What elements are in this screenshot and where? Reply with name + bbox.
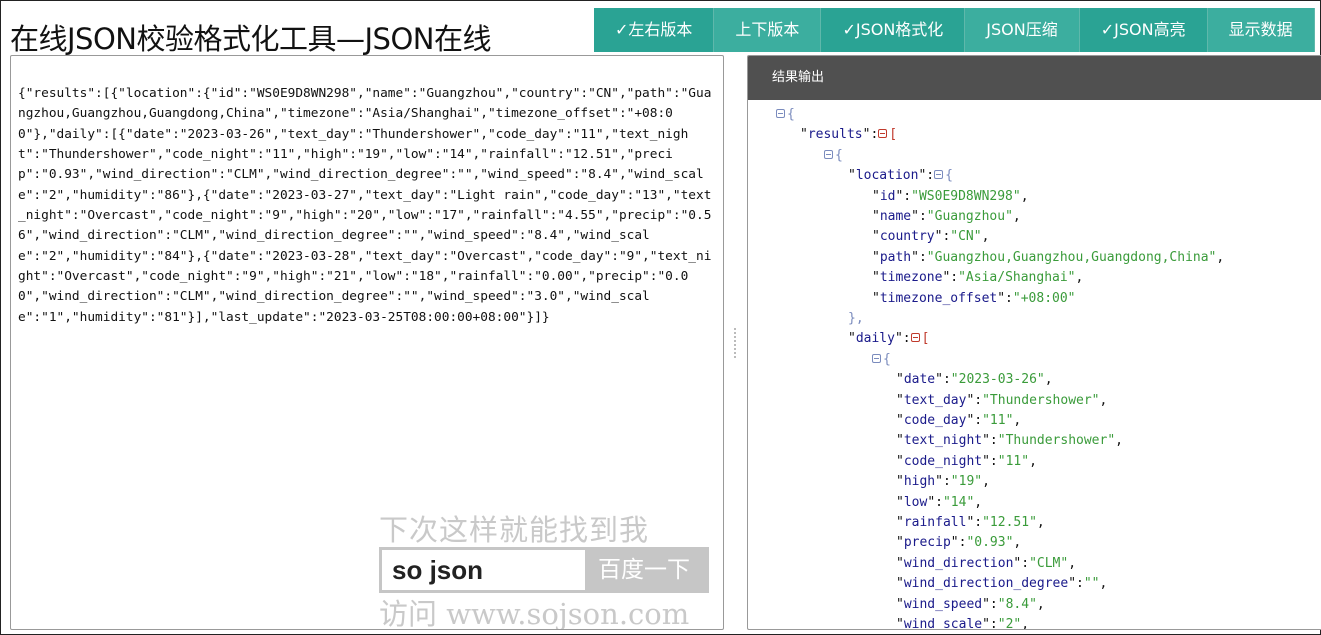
open-bracket: {	[787, 107, 795, 122]
json-key: rainfall	[903, 515, 967, 530]
json-value: "Thundershower"	[982, 392, 1100, 408]
toolbar-button-3[interactable]: JSON压缩	[965, 8, 1080, 52]
json-value: "8.4"	[997, 596, 1037, 612]
json-value: "12.51"	[982, 515, 1037, 530]
json-key: timezone	[879, 270, 943, 286]
json-key: wind_direction_degree	[903, 576, 1069, 592]
json-tree-line: "code_day":"11",	[896, 413, 1022, 428]
json-key: code_night	[903, 453, 983, 469]
json-value: "CN"	[950, 229, 982, 245]
json-value: "WS0E9D8WN298"	[911, 188, 1021, 204]
json-value: "CLM"	[1029, 555, 1069, 571]
watermark-url: 访问 www.sojson.com	[379, 597, 690, 630]
json-tree-line: "timezone_offset":"+08:00"	[872, 290, 1076, 306]
json-tree-line: "low":"14",	[896, 494, 983, 510]
open-bracket: [	[889, 127, 898, 143]
json-key: wind_speed	[903, 596, 983, 612]
json-value: "11"	[997, 453, 1030, 469]
json-key: date	[903, 372, 936, 388]
json-key: results	[807, 127, 863, 143]
json-value: "14"	[942, 494, 975, 510]
json-tree-line: "country":"CN",	[872, 229, 990, 245]
json-key: timezone_offset	[879, 290, 998, 306]
toolbar-button-0[interactable]: ✓左右版本	[594, 8, 715, 52]
json-tree-line: "results":[	[800, 127, 898, 143]
json-tree-line: "path":"Guangzhou,Guangzhou,Guangdong,Ch…	[872, 249, 1225, 265]
result-output-panel: 结果输出 {"results":[{"location":{"id":"WS0E…	[747, 55, 1321, 630]
json-value: "2"	[997, 617, 1022, 630]
json-tree-line: "date":"2023-03-26",	[896, 372, 1053, 388]
json-value: "Guangzhou,Guangzhou,Guangdong,China"	[926, 249, 1217, 265]
json-value: ""	[1083, 576, 1100, 592]
json-key: daily	[855, 331, 895, 347]
watermark-search-box: so json 百度一下	[379, 547, 709, 593]
json-tree-line: "text_night":"Thundershower",	[896, 433, 1123, 449]
pane-splitter-handle[interactable]	[734, 328, 740, 358]
json-tree-line: "precip":"0.93",	[896, 535, 1022, 551]
json-value: "0.93"	[966, 535, 1014, 551]
output-header: 结果输出	[748, 56, 1321, 100]
json-value: "2023-03-26"	[950, 372, 1045, 388]
json-tree-line: "wind_direction_degree":"",	[896, 576, 1108, 592]
toolbar: ✓左右版本 上下版本 ✓JSON格式化 JSON压缩 ✓JSON高亮 显示数据	[594, 8, 1321, 52]
json-value: "19"	[950, 474, 983, 490]
json-key: text_day	[903, 392, 967, 408]
watermark-slogan: 下次这样就能找到我	[379, 513, 650, 547]
collapse-toggle-icon[interactable]	[776, 109, 785, 118]
watermark-search-button: 百度一下	[598, 557, 690, 583]
collapse-toggle-icon[interactable]	[872, 353, 881, 363]
json-key: code_day	[903, 413, 967, 428]
json-tree-line: "text_day":"Thundershower",	[896, 392, 1108, 408]
json-key: wind_direction	[903, 555, 1014, 571]
json-tree-line: "rainfall":"12.51",	[896, 515, 1045, 530]
page-title: 在线JSON校验格式化工具—JSON在线	[10, 22, 491, 56]
json-key: low	[903, 494, 928, 510]
json-tree-line: "name":"Guangzhou",	[872, 209, 1021, 224]
json-value: "11"	[982, 413, 1014, 428]
json-key: name	[879, 209, 912, 224]
toolbar-button-5[interactable]: 显示数据	[1207, 8, 1315, 52]
json-tree-line: },	[848, 309, 864, 329]
json-value: "Asia/Shanghai"	[958, 270, 1076, 286]
json-input-text[interactable]: {"results":[{"location":{"id":"WS0E9D8WN…	[18, 84, 718, 328]
open-bracket: [	[921, 331, 930, 347]
open-bracket: {	[835, 147, 843, 163]
json-key: path	[879, 249, 912, 265]
json-input-panel[interactable]: {"results":[{"location":{"id":"WS0E9D8WN…	[10, 55, 724, 630]
toolbar-button-4[interactable]: ✓JSON高亮	[1079, 8, 1208, 52]
json-tree-line: {	[824, 146, 843, 166]
json-tree-line: "location":{	[848, 168, 953, 184]
toolbar-button-1[interactable]: 上下版本	[714, 8, 822, 52]
json-tree-line: "timezone":"Asia/Shanghai",	[872, 270, 1084, 286]
json-key: high	[903, 474, 936, 490]
json-tree-line: "high":"19",	[896, 474, 990, 490]
json-key: country	[879, 229, 935, 245]
watermark-search-text: so json	[382, 550, 585, 590]
json-tree-line: "code_night":"11",	[896, 453, 1037, 469]
json-tree-line: {	[776, 105, 795, 125]
json-key: location	[855, 168, 919, 184]
json-tree-line: "wind_speed":"8.4",	[896, 596, 1045, 612]
json-tree-line: {	[872, 350, 891, 370]
json-key: text_night	[903, 433, 983, 449]
json-key: precip	[903, 535, 951, 551]
json-tree-line: "daily":[	[848, 331, 930, 347]
json-value: "Thundershower"	[997, 433, 1116, 449]
json-key: wind_scale	[903, 617, 983, 630]
collapse-toggle-icon[interactable]	[878, 129, 888, 139]
json-value: "+08:00"	[1012, 290, 1076, 306]
close-bracket: },	[848, 311, 864, 326]
json-tree-line: "id":"WS0E9D8WN298",	[872, 188, 1029, 204]
toolbar-button-2[interactable]: ✓JSON格式化	[821, 8, 966, 52]
collapse-toggle-icon[interactable]	[824, 149, 833, 159]
collapse-toggle-icon[interactable]	[910, 333, 920, 343]
json-tree-line: "wind_direction":"CLM",	[896, 555, 1077, 571]
json-key: id	[879, 188, 896, 204]
open-bracket: {	[883, 351, 891, 367]
open-bracket: {	[945, 168, 953, 184]
collapse-toggle-icon[interactable]	[934, 170, 944, 180]
json-tree-line: "wind_scale":"2",	[896, 617, 1030, 630]
json-value: "Guangzhou"	[926, 209, 1013, 224]
